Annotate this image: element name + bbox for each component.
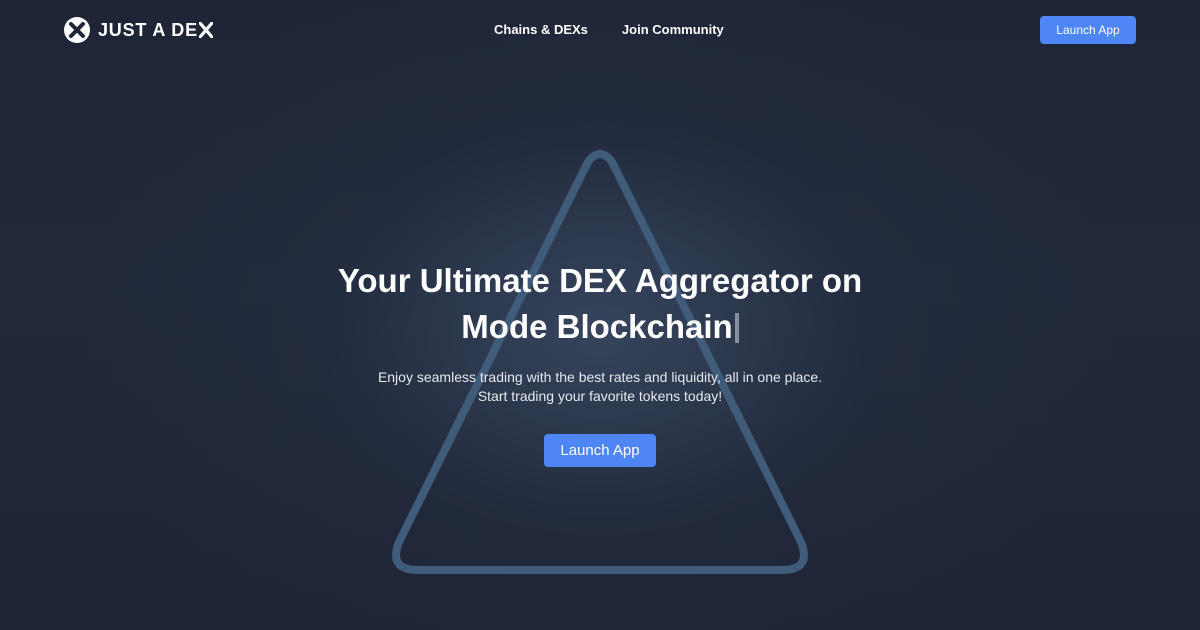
hero-subtitle-line-1: Enjoy seamless trading with the best rat… xyxy=(377,369,823,385)
brand-x-icon xyxy=(198,19,214,39)
brand-logo[interactable]: JUST A DE xyxy=(64,17,214,43)
x-logo-icon xyxy=(64,17,90,43)
nav-link-chains-dexs[interactable]: Chains & DEXs xyxy=(494,21,588,39)
typing-caret xyxy=(734,313,739,343)
brand-name-text: JUST A DE xyxy=(98,20,198,40)
hero-title-line-2-wrap: Mode Blockchain xyxy=(240,304,960,350)
main-nav: Chains & DEXs Join Community xyxy=(494,21,724,39)
hero-title-line-2: Mode Blockchain xyxy=(461,308,733,345)
hero-subtitle-line-2: Start trading your favorite tokens today… xyxy=(477,388,723,404)
hero-title-line-1: Your Ultimate DEX Aggregator on xyxy=(337,262,863,299)
site-header: JUST A DE Chains & DEXs Join Community L… xyxy=(0,0,1200,62)
hero-subtitle: Enjoy seamless trading with the best rat… xyxy=(300,368,900,406)
brand-name: JUST A DE xyxy=(98,17,214,43)
hero-launch-app-button[interactable]: Launch App xyxy=(544,434,656,467)
hero-title: Your Ultimate DEX Aggregator on Mode Blo… xyxy=(240,258,960,350)
header-launch-app-button[interactable]: Launch App xyxy=(1040,16,1136,44)
nav-link-join-community[interactable]: Join Community xyxy=(622,21,724,39)
